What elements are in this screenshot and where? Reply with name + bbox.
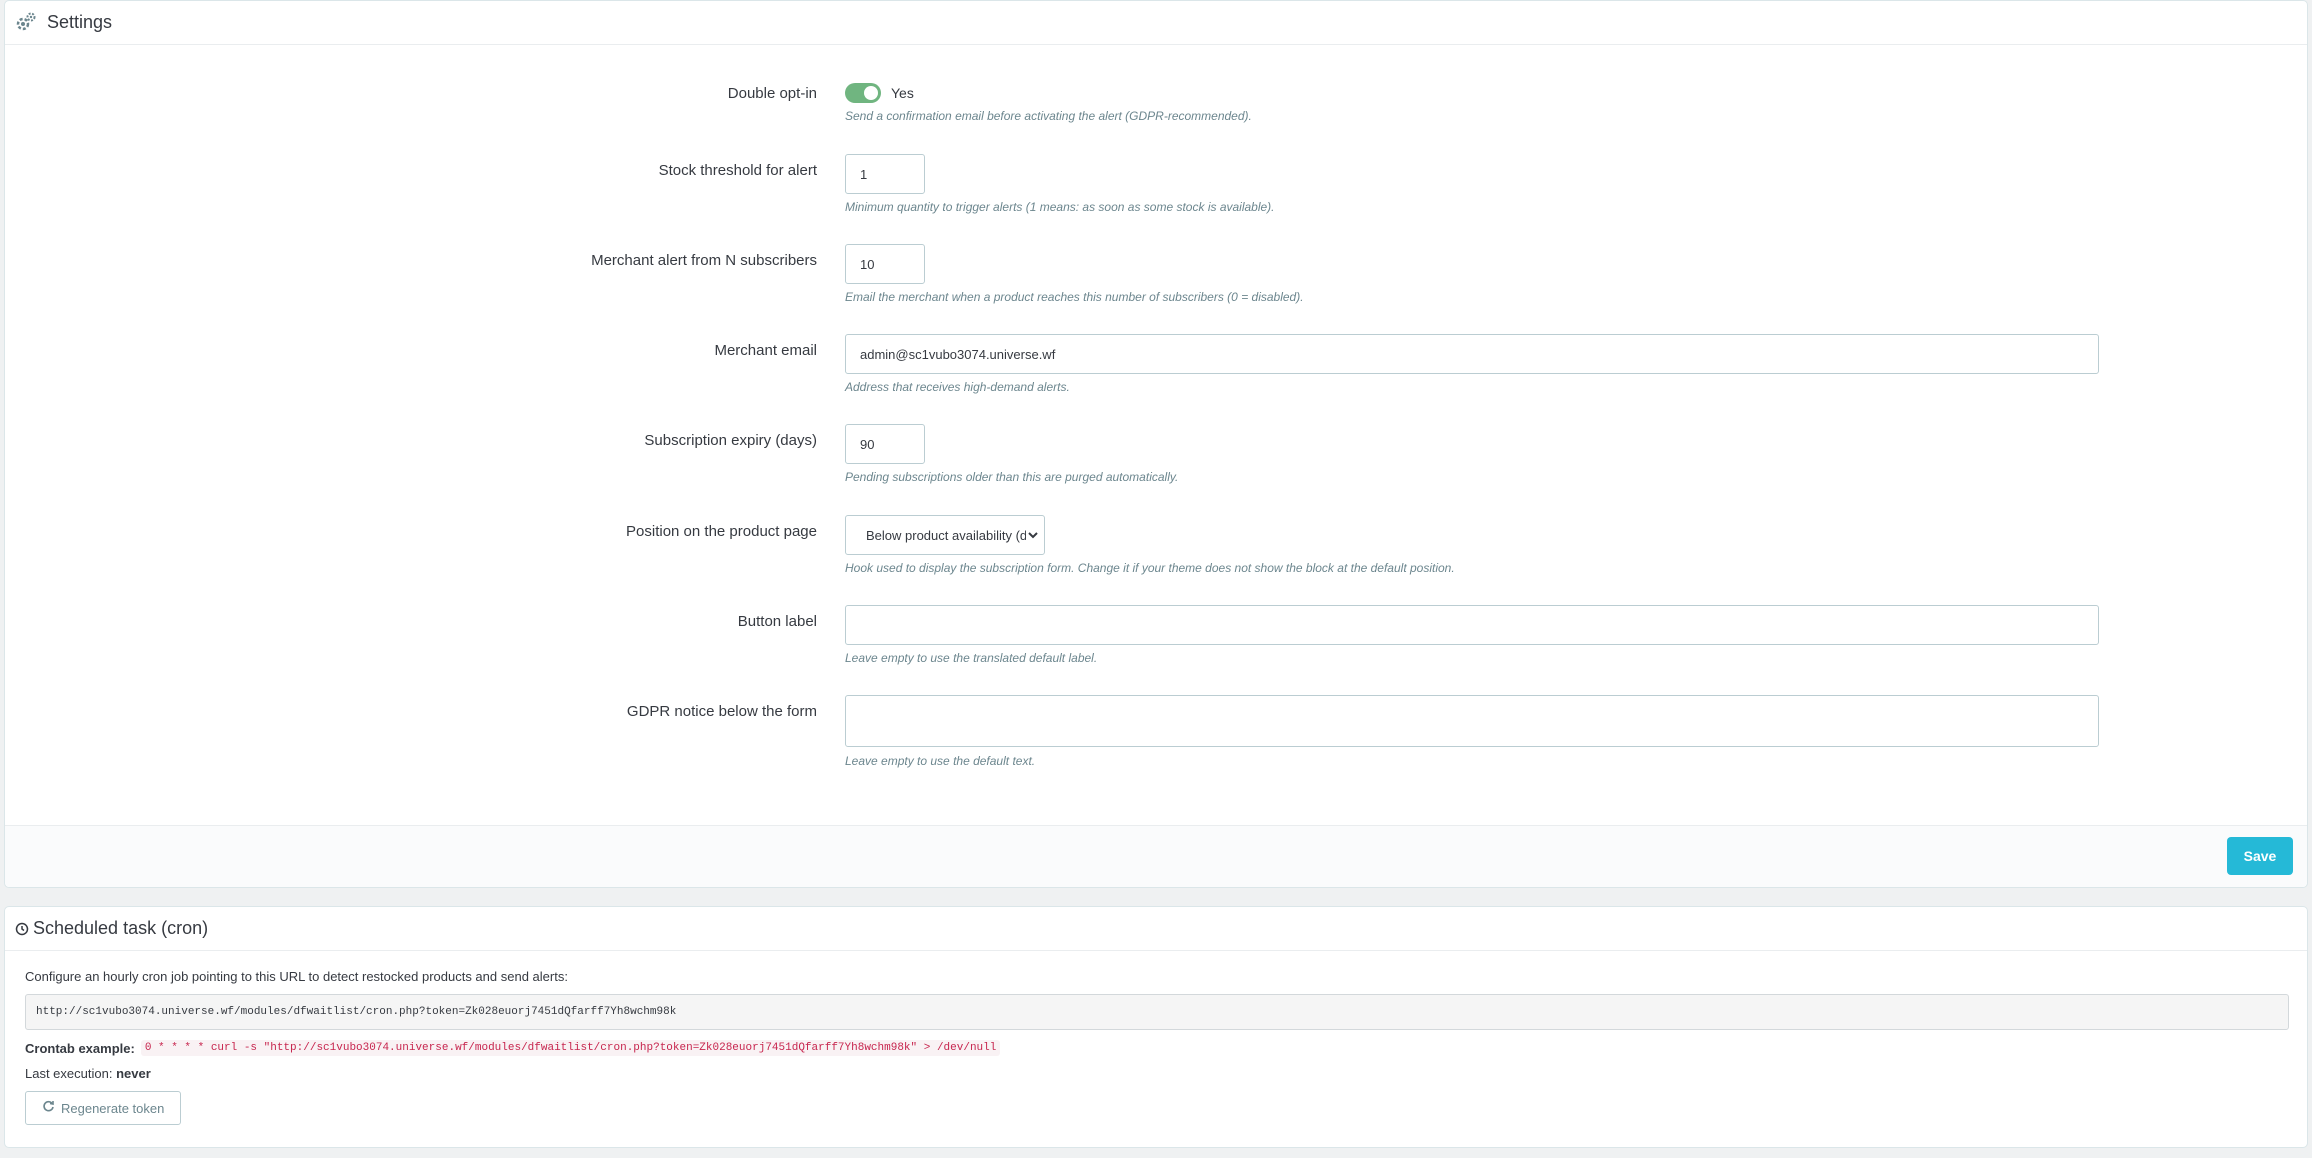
button-label-label: Button label: [737, 613, 817, 630]
clock-icon: [15, 922, 29, 936]
crontab-label: Crontab example:: [25, 1040, 135, 1056]
settings-footer: Save: [5, 825, 2307, 887]
last-execution-value: never: [116, 1066, 151, 1081]
button-label-input[interactable]: [845, 605, 2099, 645]
cron-description: Configure an hourly cron job pointing to…: [25, 969, 568, 984]
cron-panel: Scheduled task (cron) Configure an hourl…: [4, 906, 2308, 1148]
merchant-alert-input[interactable]: [845, 244, 925, 284]
cron-url-field[interactable]: http://sc1vubo3074.universe.wf/modules/d…: [25, 994, 2289, 1030]
last-execution-label: Last execution:: [25, 1066, 113, 1081]
gdpr-notice-textarea[interactable]: [845, 695, 2099, 747]
button-label-help: Leave empty to use the translated defaul…: [845, 651, 1098, 665]
stock-threshold-input[interactable]: [845, 154, 925, 194]
regenerate-token-label: Regenerate token: [61, 1100, 165, 1116]
merchant-email-input[interactable]: [845, 334, 2099, 374]
subscription-expiry-help: Pending subscriptions older than this ar…: [845, 470, 1179, 484]
subscription-expiry-label: Subscription expiry (days): [644, 432, 817, 449]
switch-knob: [864, 86, 878, 100]
merchant-email-label: Merchant email: [714, 342, 817, 359]
last-execution: Last execution: never: [25, 1066, 2287, 1081]
double-optin-help: Send a confirmation email before activat…: [845, 109, 1252, 123]
cron-heading: Scheduled task (cron): [5, 907, 2307, 951]
settings-title: Settings: [47, 12, 113, 32]
save-button[interactable]: Save: [2227, 837, 2293, 875]
double-optin-switch[interactable]: Yes: [845, 83, 914, 103]
position-help: Hook used to display the subscription fo…: [845, 561, 1455, 575]
merchant-email-help: Address that receives high-demand alerts…: [845, 380, 1070, 394]
settings-heading: Settings: [5, 1, 2307, 45]
switch-value-text: Yes: [891, 85, 914, 101]
position-select[interactable]: Below product availability (dis: [845, 515, 1045, 555]
position-selected-value: Below product availability (dis: [866, 527, 1037, 543]
regenerate-token-button[interactable]: Regenerate token: [25, 1091, 182, 1125]
refresh-icon: [42, 1100, 55, 1116]
switch-track[interactable]: [845, 83, 881, 103]
cron-body: Configure an hourly cron job pointing to…: [25, 969, 2289, 1125]
crontab-code: 0 * * * * curl -s "http://sc1vubo3074.un…: [140, 1040, 1001, 1056]
settings-panel: Settings Double opt-in Yes Send a confir…: [4, 0, 2308, 888]
cogs-icon: [15, 11, 39, 35]
crontab-example: Crontab example: 0 * * * * curl -s "http…: [25, 1040, 2287, 1056]
stock-threshold-help: Minimum quantity to trigger alerts (1 me…: [845, 200, 1275, 214]
merchant-alert-help: Email the merchant when a product reache…: [845, 290, 1304, 304]
cron-title: Scheduled task (cron): [33, 918, 209, 938]
position-label: Position on the product page: [626, 523, 817, 540]
gdpr-notice-help: Leave empty to use the default text.: [845, 754, 1036, 768]
gdpr-notice-label: GDPR notice below the form: [626, 703, 817, 720]
merchant-alert-label: Merchant alert from N subscribers: [591, 252, 817, 269]
double-optin-label: Double opt-in: [727, 85, 817, 102]
subscription-expiry-input[interactable]: [845, 424, 925, 464]
chevron-down-icon: [1026, 528, 1040, 542]
stock-threshold-label: Stock threshold for alert: [658, 162, 817, 179]
